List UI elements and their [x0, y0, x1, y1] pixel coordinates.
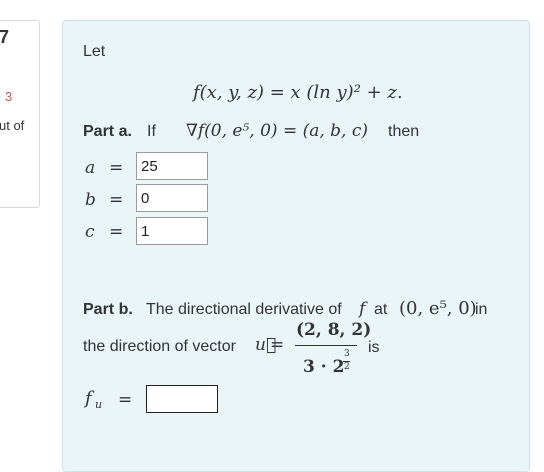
score-value: 3: [5, 89, 13, 104]
equals-sign: =: [109, 158, 124, 178]
question-number: 7: [0, 27, 10, 47]
problem-panel: Let f(x, y, z) = x (ln y)² + z. Part a. …: [62, 20, 530, 472]
part-a-then: then: [388, 123, 420, 140]
equals-sign: =: [118, 390, 133, 410]
gradient-expression: ∇f(0, e⁵, 0) = (a, b, c): [186, 121, 369, 141]
answer-fu-input[interactable]: [146, 385, 218, 413]
fraction-numerator: (2, 8, 2): [296, 320, 372, 340]
function-definition: f(x, y, z) = x (ln y)² + z.: [193, 82, 403, 103]
part-b-is: is: [368, 339, 380, 356]
var-c-label: c: [85, 222, 95, 242]
exponent-numerator: 3: [344, 349, 350, 359]
part-b-label: Part b.: [83, 301, 133, 318]
out-of-label: ut of: [0, 118, 25, 133]
answer-a-input[interactable]: [136, 152, 208, 180]
var-b-label: b: [85, 190, 96, 210]
part-b-in: in: [475, 301, 488, 318]
part-b-text1: The directional derivative of: [146, 301, 342, 318]
equals-sign: =: [270, 335, 285, 355]
part-a-if: If: [147, 123, 156, 140]
equals-sign: =: [109, 222, 124, 242]
question-sidebar: 7 3 ut of: [0, 20, 40, 208]
f-symbol: f: [359, 299, 366, 319]
var-a-label: a: [85, 158, 96, 178]
fraction-denominator: 3 · 2: [303, 357, 345, 377]
answer-f-label: f: [85, 388, 92, 409]
part-b-at: at: [374, 301, 388, 318]
exponent-denominator: 2: [344, 362, 350, 372]
intro-text: Let: [83, 43, 106, 60]
fraction-bar: [295, 345, 357, 346]
equals-sign: =: [109, 190, 124, 210]
part-b-text2: the direction of vector: [83, 338, 236, 355]
answer-b-input[interactable]: [136, 184, 208, 212]
answer-c-input[interactable]: [136, 217, 208, 245]
part-a-label: Part a.: [83, 123, 132, 140]
point-expression: (0, e⁵, 0): [399, 298, 477, 319]
answer-f-subscript: u: [95, 398, 103, 411]
